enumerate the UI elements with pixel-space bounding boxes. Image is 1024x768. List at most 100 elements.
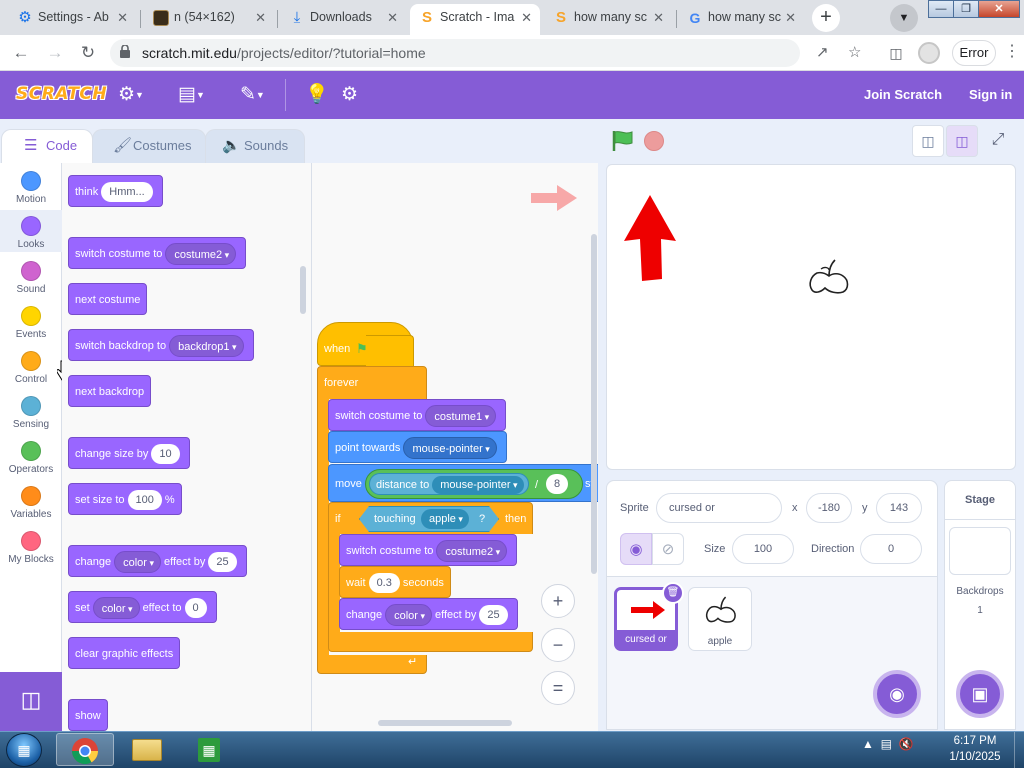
next-backdrop-block[interactable]: next backdrop (68, 375, 152, 407)
distance-target-dropdown[interactable]: mouse-pointer (432, 476, 524, 495)
back-arrow-icon[interactable]: ← (9, 41, 33, 65)
add-sprite-button[interactable]: ◉ (873, 670, 921, 718)
tab-sounds[interactable]: 🔈 Sounds (205, 129, 305, 163)
browser-tab-downloads[interactable]: ⤓ Downloads ✕ (280, 4, 406, 35)
switch-backdrop-block[interactable]: switch backdrop to backdrop1 (68, 329, 254, 361)
more-menu-icon[interactable]: ⋮ (1004, 43, 1020, 61)
effect-dropdown[interactable]: color (385, 604, 432, 627)
file-menu[interactable]: ▤▼ (178, 83, 205, 107)
stop-button[interactable] (644, 131, 664, 151)
category-looks[interactable]: Looks (0, 210, 62, 252)
touching-condition[interactable]: touching apple ? (359, 506, 499, 532)
set-size-input[interactable]: 100 (127, 490, 162, 511)
costume-dropdown[interactable]: costume1 (425, 405, 497, 428)
change-size-block[interactable]: change size by 10 (68, 437, 190, 469)
effect-amount-input[interactable]: 25 (479, 605, 508, 626)
close-window-button[interactable]: ✕ (978, 0, 1020, 18)
effect-dropdown[interactable]: color (114, 551, 161, 574)
category-motion[interactable]: Motion (0, 171, 62, 205)
stage-thumbnail[interactable] (949, 527, 1011, 575)
show-sprite-button[interactable]: ◉ (620, 533, 652, 565)
taskbar-clock[interactable]: 6:17 PM 1/10/2025 (940, 733, 1010, 765)
direction-field[interactable]: 0 (860, 534, 922, 564)
show-desktop-button[interactable] (1014, 732, 1024, 768)
set-size-block[interactable]: set size to 100% (68, 483, 182, 515)
network-icon[interactable]: ▤ (881, 737, 892, 751)
effect-amount-input[interactable]: 25 (208, 552, 237, 573)
close-icon[interactable]: ✕ (785, 4, 796, 31)
tab-code[interactable]: ☰ Code (1, 129, 93, 163)
think-input[interactable]: Hmm... (101, 182, 153, 203)
taskbar-store[interactable]: ▦ (180, 733, 238, 766)
zoom-out-button[interactable]: − (541, 628, 575, 662)
change-size-input[interactable]: 10 (151, 444, 180, 465)
effect-dropdown[interactable]: color (92, 597, 140, 620)
browser-tab-how-many-1[interactable]: S how many sc ✕ (544, 4, 672, 35)
small-stage-button[interactable]: ◫ (912, 125, 944, 157)
show-block[interactable]: show (68, 699, 108, 731)
browser-tab-image[interactable]: n (54×162) ✕ (144, 4, 274, 35)
profile-avatar[interactable] (918, 42, 940, 64)
switch-costume-block[interactable]: switch costume to costume1 (328, 399, 507, 431)
costume-dropdown[interactable]: costume2 (165, 243, 237, 266)
taskbar-chrome[interactable] (56, 733, 114, 766)
move-steps-block[interactable]: move distance tomouse-pointer / 8 st (328, 464, 598, 502)
browser-tab-how-many-2[interactable]: G how many sc ✕ (678, 4, 804, 35)
red-arrow-sprite[interactable] (624, 195, 676, 281)
green-flag-icon[interactable] (611, 130, 635, 152)
touching-target-dropdown[interactable]: apple (421, 509, 469, 529)
settings-menu[interactable]: ⚙▼ (118, 83, 144, 107)
lightbulb-icon[interactable]: 💡 (305, 83, 329, 107)
hide-sprite-button[interactable]: ⊘ (652, 533, 684, 565)
sign-in-link[interactable]: Sign in (969, 87, 1012, 102)
category-my-blocks[interactable]: My Blocks (0, 531, 62, 565)
switch-costume-block[interactable]: switch costume to costume2 (68, 237, 247, 269)
category-variables[interactable]: Variables (0, 486, 62, 520)
x-field[interactable]: -180 (806, 493, 852, 523)
category-sensing[interactable]: Sensing (0, 396, 62, 430)
wait-seconds-input[interactable]: 0.3 (368, 573, 400, 594)
forward-arrow-icon[interactable]: → (43, 41, 67, 65)
zoom-reset-button[interactable]: = (541, 671, 575, 705)
scratch-logo[interactable]: SCRATCH (16, 84, 107, 104)
divide-operator[interactable]: distance tomouse-pointer / 8 (365, 469, 583, 499)
debug-bug-icon[interactable]: ⚙ (341, 83, 358, 107)
close-icon[interactable]: ✕ (653, 4, 664, 31)
sidepanel-icon[interactable]: ◫ (884, 41, 908, 65)
category-operators[interactable]: Operators (0, 441, 62, 475)
category-events[interactable]: Events (0, 306, 62, 340)
y-field[interactable]: 143 (876, 493, 922, 523)
zoom-in-button[interactable]: + (541, 584, 575, 618)
join-scratch-link[interactable]: Join Scratch (864, 87, 942, 102)
bookmark-star-icon[interactable]: ☆ (848, 43, 861, 61)
address-bar[interactable]: scratch.mit.edu/projects/editor/?tutoria… (110, 39, 861, 67)
effect-value-input[interactable]: 0 (184, 598, 207, 619)
sprite-name-field[interactable]: cursed or (656, 493, 782, 523)
maximize-window-button[interactable]: ❐ (953, 0, 979, 18)
divisor-input[interactable]: 8 (546, 474, 569, 494)
share-icon[interactable]: ↗ (816, 43, 829, 61)
windows-start-button[interactable]: ▦ (6, 733, 42, 767)
script-horizontal-scrollbar[interactable] (378, 720, 512, 726)
fullscreen-button[interactable]: ⤢ (982, 125, 1014, 157)
category-sound[interactable]: Sound (0, 261, 62, 295)
size-field[interactable]: 100 (732, 534, 794, 564)
script-vertical-scrollbar[interactable] (591, 234, 597, 574)
change-effect-block[interactable]: changecoloreffect by25 (339, 598, 518, 630)
edit-menu[interactable]: ✎▼ (240, 83, 265, 107)
palette-scrollbar[interactable] (300, 266, 306, 314)
point-target-dropdown[interactable]: mouse-pointer (403, 437, 497, 460)
taskbar-file-explorer[interactable] (118, 733, 176, 766)
close-icon[interactable]: ✕ (521, 4, 532, 31)
close-icon[interactable]: ✕ (387, 4, 398, 31)
browser-tab-settings[interactable]: ⚙ Settings - Ab ✕ (8, 4, 136, 35)
costume-dropdown[interactable]: costume2 (436, 540, 508, 563)
apple-sprite[interactable] (807, 256, 851, 298)
tab-search-button[interactable]: ▼ (890, 4, 918, 32)
change-effect-block[interactable]: changecoloreffect by25 (68, 545, 247, 577)
show-hidden-icons-icon[interactable]: ▲ (862, 737, 874, 751)
switch-costume-block[interactable]: switch costume to costume2 (339, 534, 518, 566)
browser-tab-scratch[interactable]: S Scratch - Ima ✕ (410, 4, 540, 35)
add-extension-button[interactable]: ◫ (0, 672, 62, 731)
set-effect-block[interactable]: setcoloreffect to0 (68, 591, 217, 623)
